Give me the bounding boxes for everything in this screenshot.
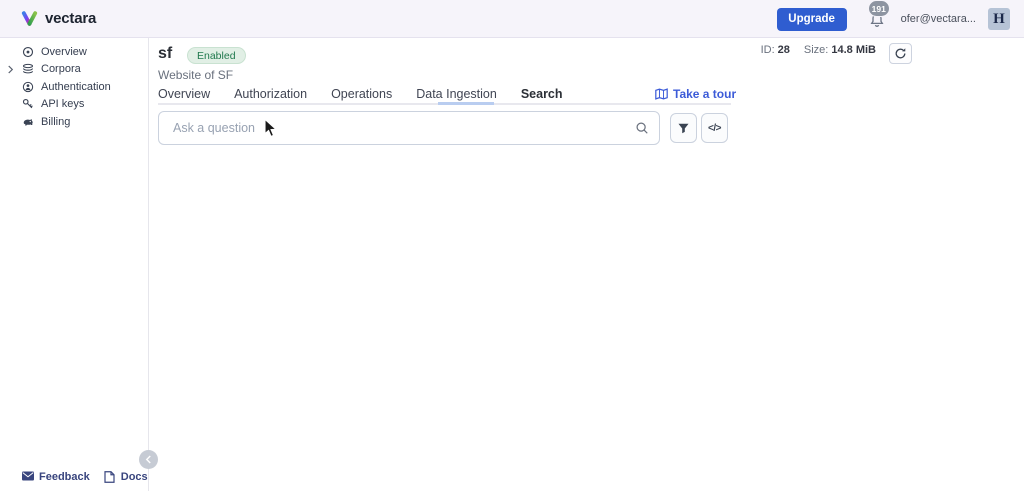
sidebar-footer: Feedback Docs [0,471,148,483]
corpus-meta: ID: 28 Size: 14.8 MiB [761,44,876,56]
billing-icon [22,116,34,128]
enabled-status-badge: Enabled [187,47,246,64]
map-icon [655,88,668,100]
corpus-size: Size: 14.8 MiB [803,44,876,56]
upgrade-button[interactable]: Upgrade [776,7,847,31]
tab-authorization[interactable]: Authorization [234,85,307,105]
corpora-icon [22,63,34,75]
sidebar-item-overview[interactable]: Overview [0,43,148,61]
topbar: vectara Upgrade 191 ofer@vectara... H [0,0,1024,38]
sidebar-item-label: Billing [41,115,71,128]
notification-count-badge: 191 [867,0,890,17]
tab-search[interactable]: Search [521,85,563,105]
sidebar-item-authentication[interactable]: Authentication [0,78,148,96]
code-view-button[interactable]: </> [701,113,728,143]
sidebar-item-label: Overview [41,45,87,58]
avatar[interactable]: H [988,8,1010,30]
main-content: sf Enabled ID: 28 Size: 14.8 MiB Website o… [150,38,1024,491]
sidebar-item-api-keys[interactable]: API keys [0,96,148,114]
code-icon: </> [708,122,721,134]
vectara-console: vectara Upgrade 191 ofer@vectara... H Ov… [0,0,1024,491]
tab-operations[interactable]: Operations [331,85,392,105]
search-input[interactable] [158,111,660,145]
sidebar-item-corpora[interactable]: Corpora [0,61,148,79]
filter-button[interactable] [670,113,697,143]
vectara-v-icon [21,11,38,26]
sidebar-item-label: Corpora [41,63,81,76]
sidebar-collapse-button[interactable] [139,450,158,469]
key-icon [22,98,34,110]
refresh-button[interactable] [889,43,912,64]
refresh-icon [895,48,906,59]
docs-link[interactable]: Docs [104,471,148,483]
docs-label: Docs [120,471,148,483]
corpus-id: ID: 28 [760,44,790,56]
user-email[interactable]: ofer@vectara... [901,13,976,25]
corpus-name: sf [158,45,173,62]
brand-name: vectara [45,10,97,27]
document-icon [104,471,116,483]
envelope-icon [22,471,34,483]
overview-icon [22,46,34,58]
sidebar-item-label: API keys [41,98,85,111]
vectara-logo[interactable]: vectara [21,10,96,27]
feedback-link[interactable]: Feedback [22,471,90,483]
search-row: </> [158,111,728,145]
sidebar: Overview Corpora Authentication API keys… [0,38,149,491]
sidebar-item-label: Authentication [41,80,111,93]
authentication-icon [22,81,34,93]
tab-overview[interactable]: Overview [158,85,210,105]
chevron-right-icon[interactable] [7,65,14,77]
sidebar-item-billing[interactable]: Billing [0,113,148,131]
take-a-tour-label: Take a tour [673,87,737,101]
corpus-description: Website of SF [158,68,234,82]
notifications-bell[interactable]: 191 [867,0,890,34]
funnel-icon [678,123,689,133]
chevron-left-icon [145,455,151,464]
feedback-label: Feedback [39,471,90,483]
take-a-tour-link[interactable]: Take a tour [655,87,736,101]
active-tab-indicator [438,102,494,105]
